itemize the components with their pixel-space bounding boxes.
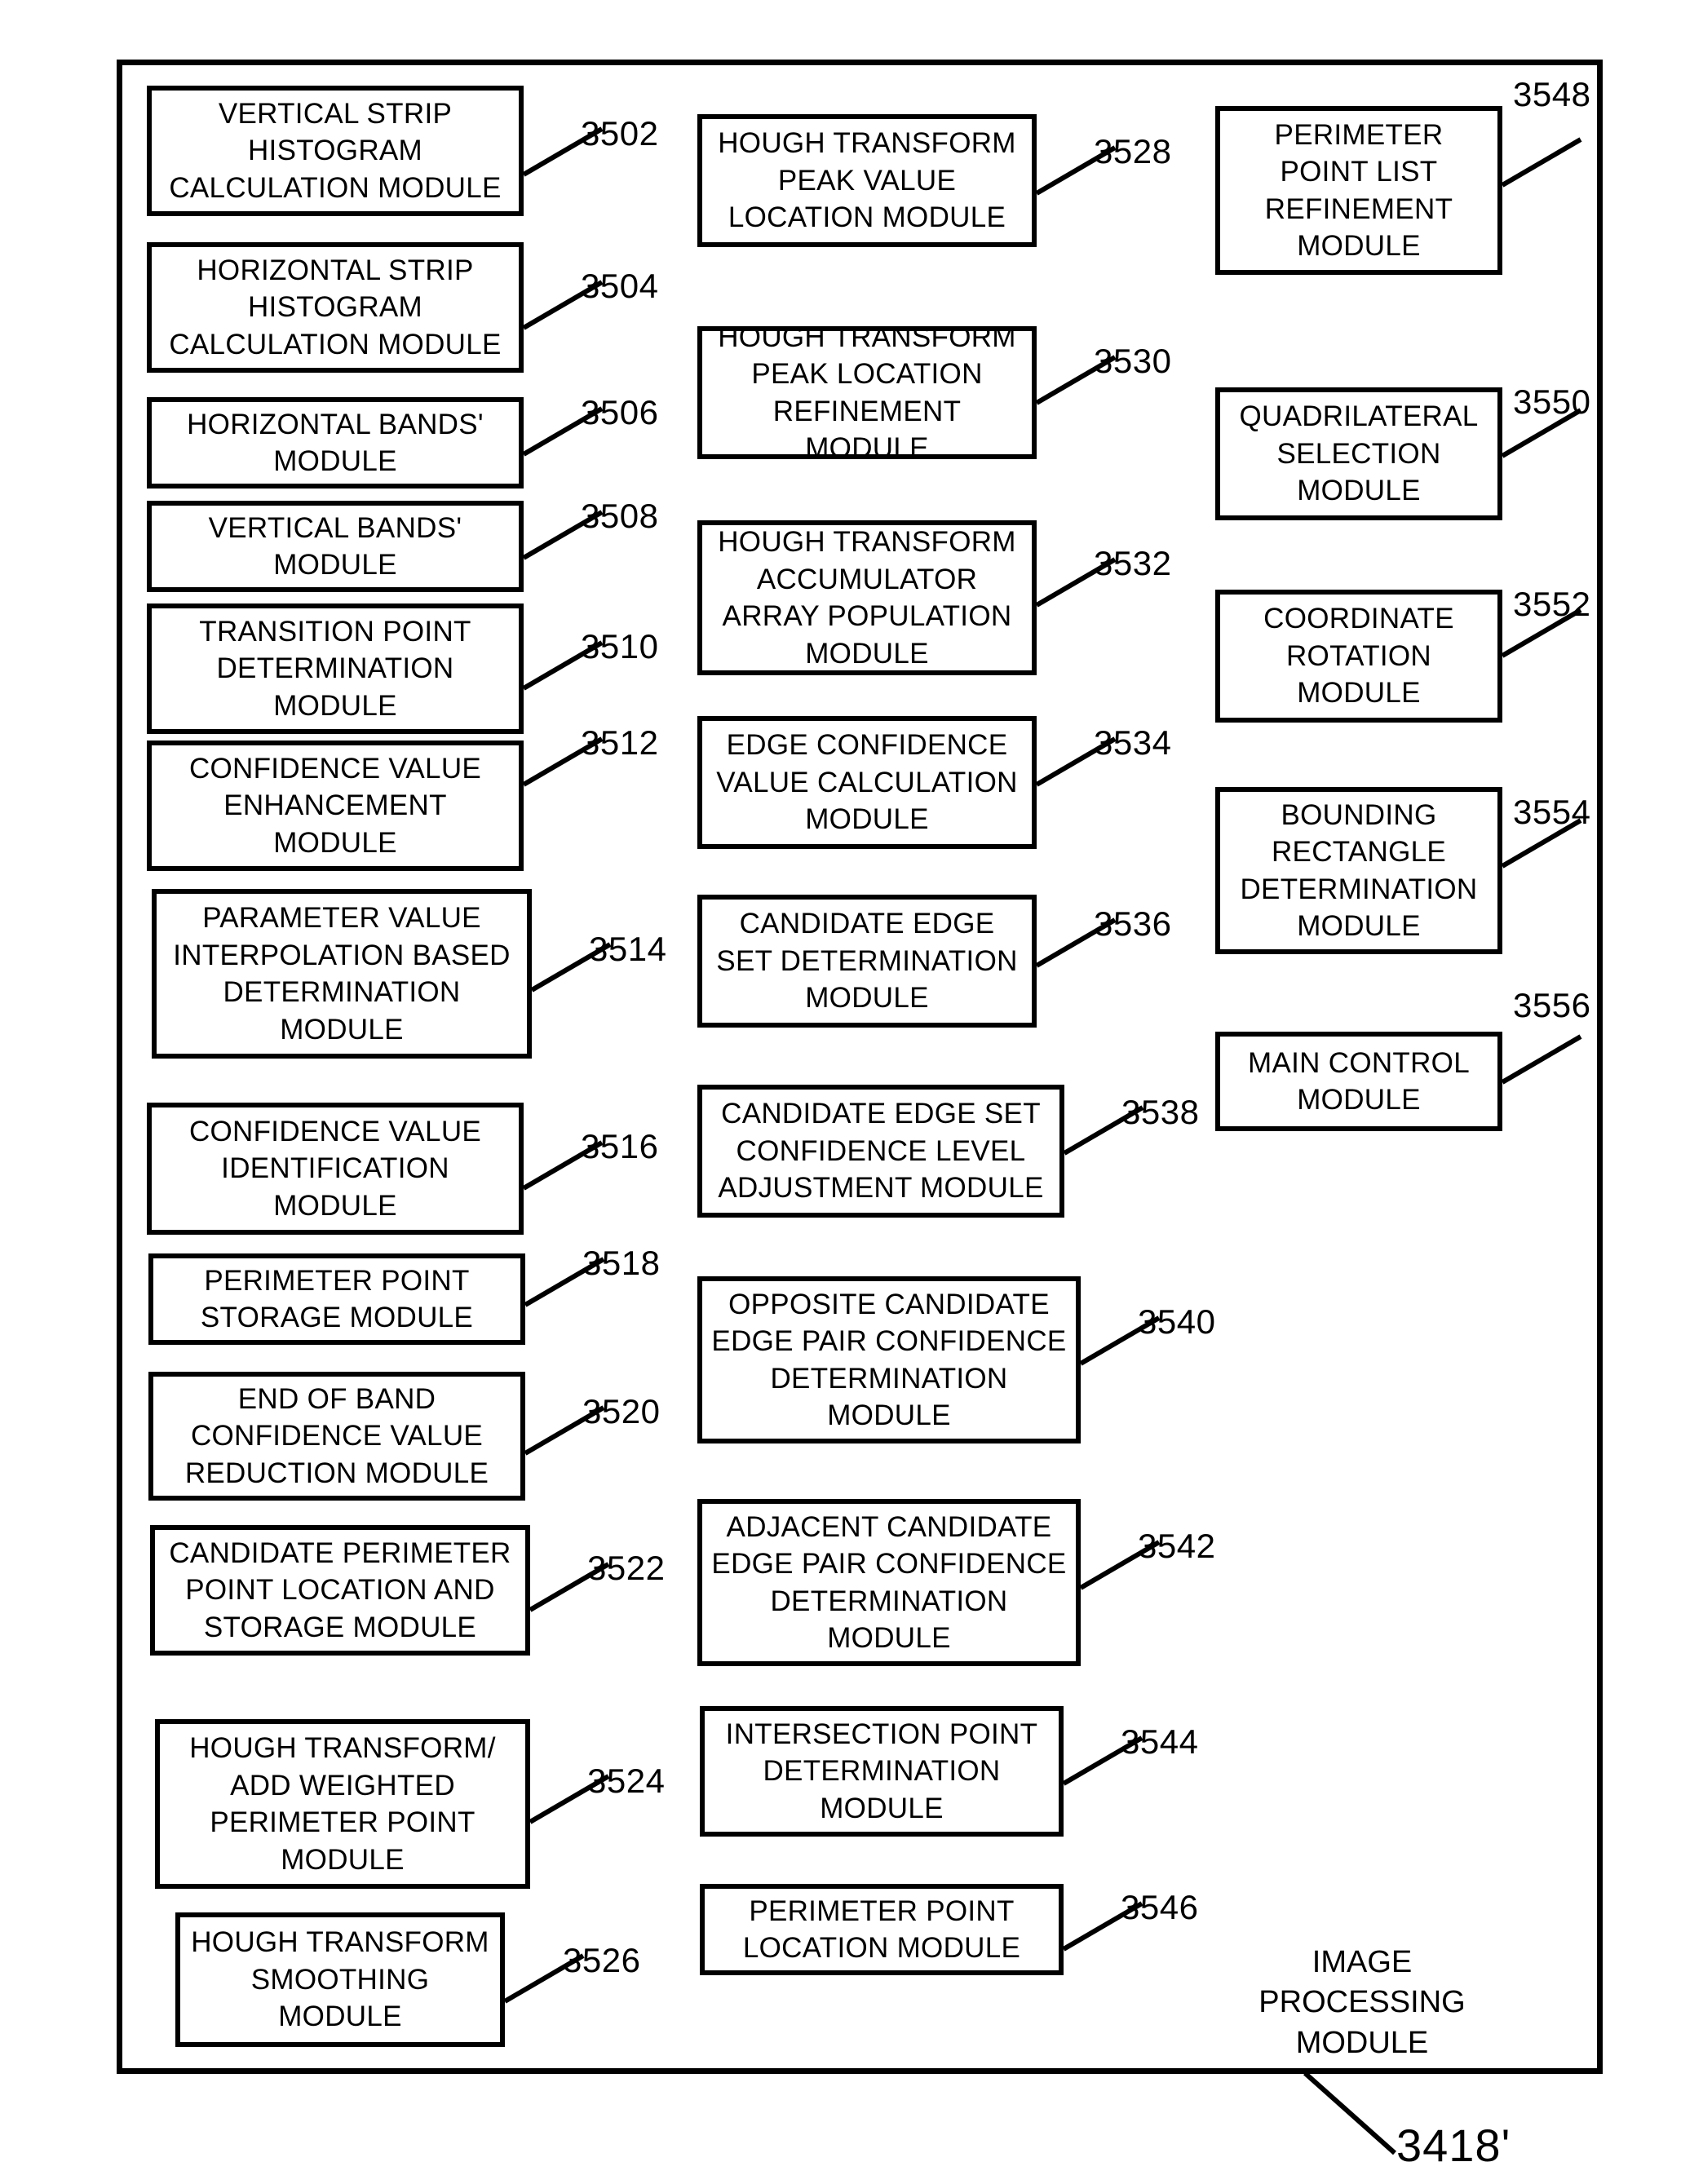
module-label-3522: CANDIDATE PERIMETER POINT LOCATION AND S… <box>169 1536 511 1643</box>
module-box-3502[interactable]: VERTICAL STRIP HISTOGRAM CALCULATION MOD… <box>147 86 524 216</box>
module-label-3548: PERIMETER POINT LIST REFINEMENT MODULE <box>1264 118 1453 263</box>
figure-reference-3418: 3418' <box>1396 2120 1511 2171</box>
reference-numeral-3550: 3550 <box>1513 382 1591 421</box>
module-box-3556[interactable]: MAIN CONTROL MODULE <box>1215 1032 1502 1131</box>
module-label-3512: CONFIDENCE VALUE ENHANCEMENT MODULE <box>188 752 482 859</box>
module-label-3554: BOUNDING RECTANGLE DETERMINATION MODULE <box>1240 798 1478 943</box>
module-box-3538[interactable]: CANDIDATE EDGE SET CONFIDENCE LEVEL ADJU… <box>697 1085 1064 1218</box>
module-label-3530: HOUGH TRANSFORM PEAK LOCATION REFINEMENT… <box>718 321 1016 465</box>
module-box-3540[interactable]: OPPOSITE CANDIDATE EDGE PAIR CONFIDENCE … <box>697 1276 1081 1443</box>
module-box-3514[interactable]: PARAMETER VALUE INTERPOLATION BASED DETE… <box>152 889 532 1059</box>
module-box-3530[interactable]: HOUGH TRANSFORM PEAK LOCATION REFINEMENT… <box>697 321 1037 464</box>
reference-numeral-3548: 3548 <box>1513 75 1591 113</box>
reference-numeral-3514: 3514 <box>589 930 667 968</box>
reference-numeral-3556: 3556 <box>1513 986 1591 1024</box>
leader-line-3556 <box>1501 1034 1582 1085</box>
module-label-3526: HOUGH TRANSFORM SMOOTHING MODULE <box>191 1926 489 2033</box>
reference-numeral-3524: 3524 <box>587 1762 666 1800</box>
module-label-3544: INTERSECTION POINT DETERMINATION MODULE <box>725 1718 1038 1824</box>
reference-numeral-3542: 3542 <box>1138 1527 1216 1565</box>
patent-figure: VERTICAL STRIP HISTOGRAM CALCULATION MOD… <box>0 0 1703 2184</box>
reference-numeral-3554: 3554 <box>1513 793 1591 831</box>
module-label-3504: HORIZONTAL STRIP HISTOGRAM CALCULATION M… <box>169 254 502 360</box>
module-box-3542[interactable]: ADJACENT CANDIDATE EDGE PAIR CONFIDENCE … <box>697 1499 1081 1666</box>
module-label-3556: MAIN CONTROL MODULE <box>1248 1046 1470 1116</box>
reference-numeral-3504: 3504 <box>581 267 659 305</box>
module-box-3526[interactable]: HOUGH TRANSFORM SMOOTHING MODULE <box>175 1912 505 2047</box>
module-box-3554[interactable]: BOUNDING RECTANGLE DETERMINATION MODULE <box>1215 787 1502 954</box>
reference-numeral-3516: 3516 <box>581 1127 659 1165</box>
module-label-3552: COORDINATE ROTATION MODULE <box>1263 603 1454 710</box>
module-label-3536: CANDIDATE EDGE SET DETERMINATION MODULE <box>716 908 1018 1015</box>
reference-numeral-3526: 3526 <box>563 1941 641 1979</box>
module-label-3538: CANDIDATE EDGE SET CONFIDENCE LEVEL ADJU… <box>718 1098 1044 1205</box>
reference-numeral-3510: 3510 <box>581 627 659 665</box>
module-box-3504[interactable]: HORIZONTAL STRIP HISTOGRAM CALCULATION M… <box>147 242 524 373</box>
module-box-3544[interactable]: INTERSECTION POINT DETERMINATION MODULE <box>700 1706 1064 1837</box>
module-label-3524: HOUGH TRANSFORM/ ADD WEIGHTED PERIMETER … <box>189 1732 496 1876</box>
reference-numeral-3546: 3546 <box>1121 1888 1199 1926</box>
module-box-3524[interactable]: HOUGH TRANSFORM/ ADD WEIGHTED PERIMETER … <box>155 1719 530 1889</box>
reference-numeral-3502: 3502 <box>581 114 659 153</box>
module-box-3510[interactable]: TRANSITION POINT DETERMINATION MODULE <box>147 603 524 734</box>
reference-numeral-3508: 3508 <box>581 497 659 535</box>
module-box-3508[interactable]: VERTICAL BANDS' MODULE <box>147 501 524 592</box>
module-box-3534[interactable]: EDGE CONFIDENCE VALUE CALCULATION MODULE <box>697 716 1037 849</box>
module-box-3522[interactable]: CANDIDATE PERIMETER POINT LOCATION AND S… <box>150 1525 530 1656</box>
module-label-3542: ADJACENT CANDIDATE EDGE PAIR CONFIDENCE … <box>711 1510 1067 1655</box>
module-box-3520[interactable]: END OF BAND CONFIDENCE VALUE REDUCTION M… <box>148 1372 525 1501</box>
module-label-3528: HOUGH TRANSFORM PEAK VALUE LOCATION MODU… <box>718 127 1016 234</box>
module-label-3520: END OF BAND CONFIDENCE VALUE REDUCTION M… <box>184 1382 489 1489</box>
module-box-3552[interactable]: COORDINATE ROTATION MODULE <box>1215 590 1502 723</box>
module-box-3536[interactable]: CANDIDATE EDGE SET DETERMINATION MODULE <box>697 895 1037 1028</box>
module-label-3518: PERIMETER POINT STORAGE MODULE <box>200 1264 474 1334</box>
module-box-3532[interactable]: HOUGH TRANSFORM ACCUMULATOR ARRAY POPULA… <box>697 520 1037 675</box>
module-label-3516: CONFIDENCE VALUE IDENTIFICATION MODULE <box>188 1115 482 1222</box>
reference-numeral-3518: 3518 <box>582 1244 661 1282</box>
module-box-3528[interactable]: HOUGH TRANSFORM PEAK VALUE LOCATION MODU… <box>697 114 1037 247</box>
module-label-3546: PERIMETER POINT LOCATION MODULE <box>742 1894 1021 1965</box>
module-label-3502: VERTICAL STRIP HISTOGRAM CALCULATION MOD… <box>169 97 502 204</box>
reference-numeral-3506: 3506 <box>581 393 659 431</box>
reference-numeral-3540: 3540 <box>1138 1302 1216 1341</box>
module-label-3514: PARAMETER VALUE INTERPOLATION BASED DETE… <box>173 902 511 1046</box>
reference-numeral-3538: 3538 <box>1121 1093 1200 1131</box>
module-label-3508: VERTICAL BANDS' MODULE <box>208 511 462 581</box>
reference-numeral-3528: 3528 <box>1094 132 1172 170</box>
reference-numeral-3552: 3552 <box>1513 585 1591 623</box>
module-box-3518[interactable]: PERIMETER POINT STORAGE MODULE <box>148 1253 525 1345</box>
reference-numeral-3530: 3530 <box>1094 342 1172 380</box>
reference-numeral-3536: 3536 <box>1094 904 1172 943</box>
reference-numeral-3532: 3532 <box>1094 544 1172 582</box>
reference-numeral-3544: 3544 <box>1121 1722 1199 1761</box>
module-label-3532: HOUGH TRANSFORM ACCUMULATOR ARRAY POPULA… <box>718 526 1016 670</box>
module-label-3550: QUADRILATERAL SELECTION MODULE <box>1239 400 1479 507</box>
leader-line-3548 <box>1501 137 1582 188</box>
module-label-3506: HORIZONTAL BANDS' MODULE <box>187 408 484 478</box>
module-box-3550[interactable]: QUADRILATERAL SELECTION MODULE <box>1215 387 1502 520</box>
module-box-3516[interactable]: CONFIDENCE VALUE IDENTIFICATION MODULE <box>147 1103 524 1235</box>
module-label-3534: EDGE CONFIDENCE VALUE CALCULATION MODULE <box>716 729 1018 836</box>
module-box-3506[interactable]: HORIZONTAL BANDS' MODULE <box>147 397 524 489</box>
image-processing-module-caption: IMAGE PROCESSING MODULE <box>1258 1945 1466 2060</box>
module-box-3548[interactable]: PERIMETER POINT LIST REFINEMENT MODULE <box>1215 106 1502 275</box>
reference-numeral-3534: 3534 <box>1094 723 1172 762</box>
reference-numeral-3512: 3512 <box>581 723 659 762</box>
reference-numeral-3520: 3520 <box>582 1392 661 1430</box>
module-label-3510: TRANSITION POINT DETERMINATION MODULE <box>199 615 471 722</box>
module-box-3512[interactable]: CONFIDENCE VALUE ENHANCEMENT MODULE <box>147 741 524 871</box>
module-label-3540: OPPOSITE CANDIDATE EDGE PAIR CONFIDENCE … <box>711 1288 1067 1432</box>
module-box-3546[interactable]: PERIMETER POINT LOCATION MODULE <box>700 1884 1064 1975</box>
reference-numeral-3522: 3522 <box>587 1549 666 1587</box>
